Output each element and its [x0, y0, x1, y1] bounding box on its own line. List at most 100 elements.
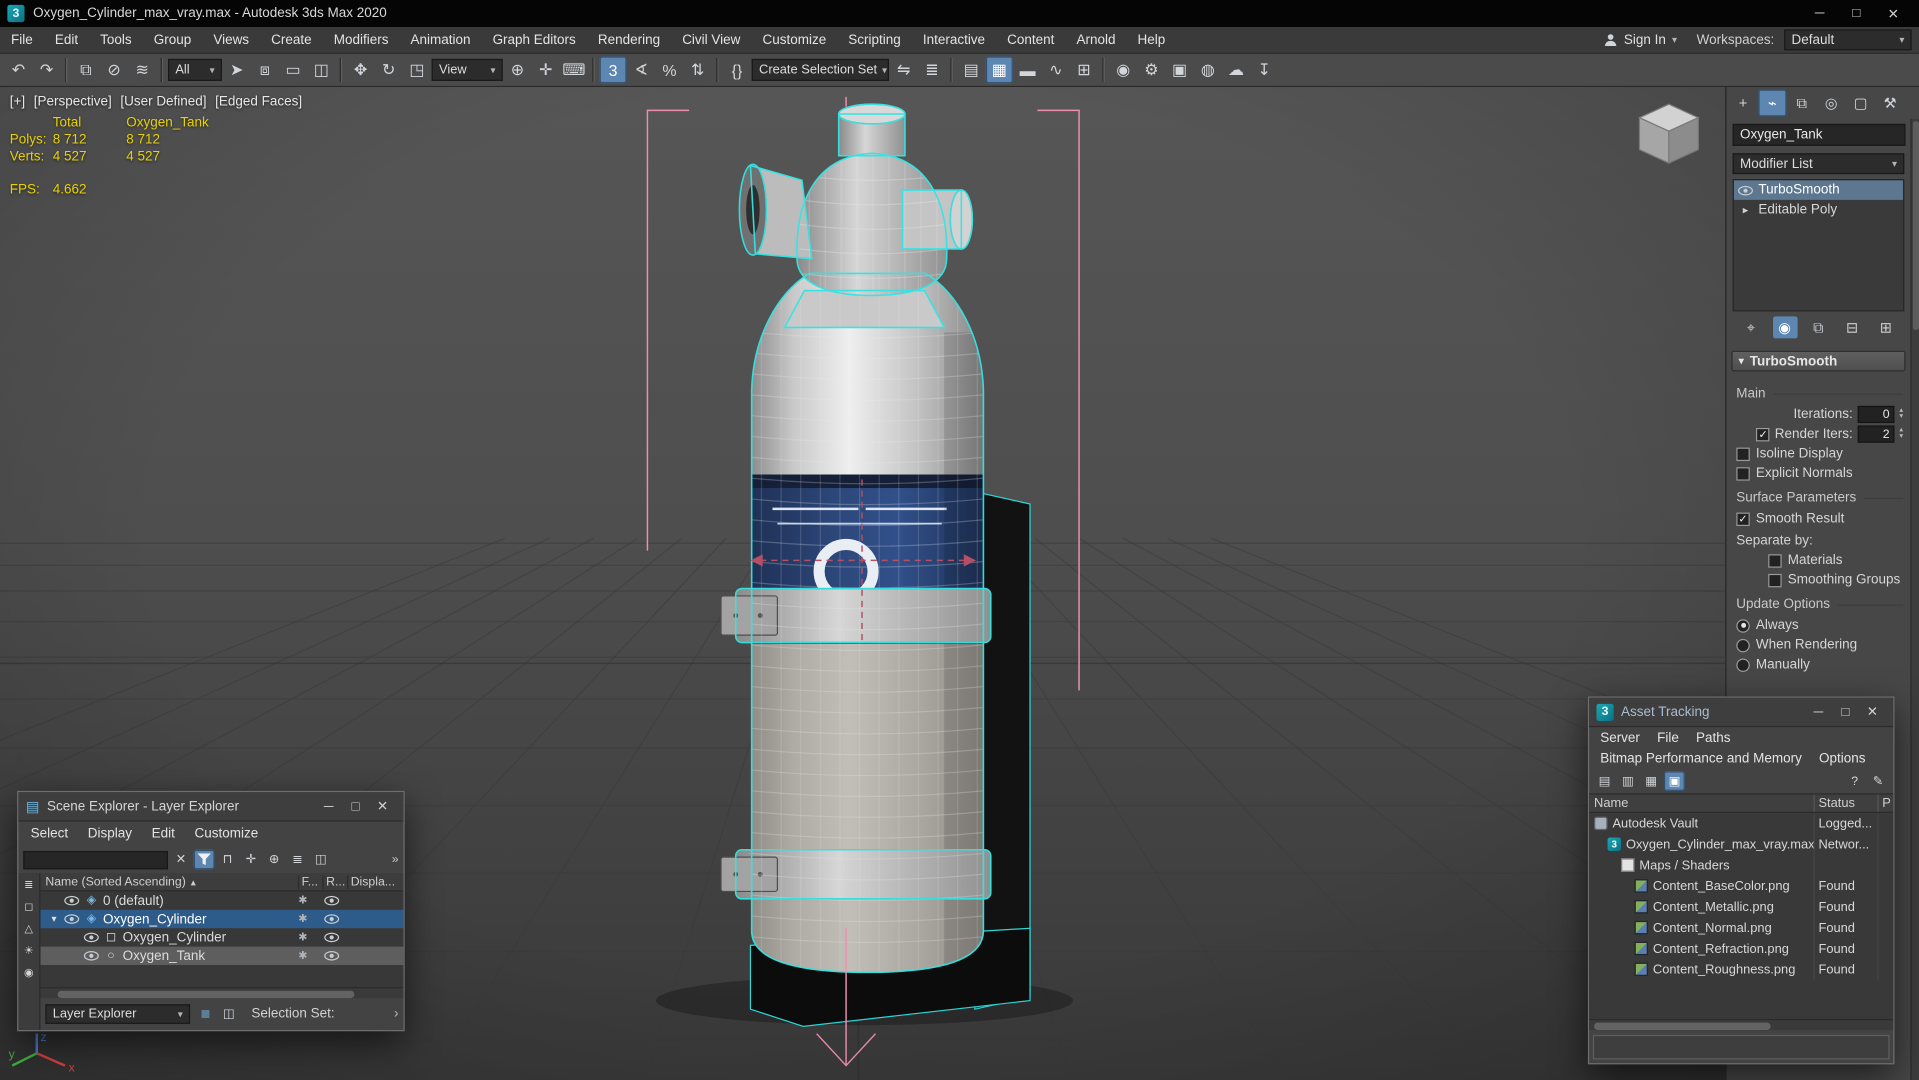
- new-layer-icon[interactable]: ⊕: [264, 850, 285, 870]
- render-toggle-icon[interactable]: [319, 895, 344, 906]
- asset-list-view-icon[interactable]: ▥: [1617, 771, 1638, 791]
- scene-row-oxygen-cylinder[interactable]: ▾ ◈ Oxygen_Cylinder ✱: [40, 909, 404, 929]
- configure-modifier-sets-icon[interactable]: ⊞: [1874, 316, 1899, 338]
- viewport-menu-user-defined[interactable]: [User Defined]: [120, 94, 206, 109]
- select-and-rotate-icon[interactable]: ↻: [375, 56, 402, 83]
- viewport-menu-edged-faces[interactable]: [Edged Faces]: [215, 94, 302, 109]
- manually-radio[interactable]: [1736, 657, 1750, 672]
- isoline-display-checkbox[interactable]: [1736, 446, 1750, 461]
- maximize-button[interactable]: □: [342, 796, 369, 816]
- display-materials-icon[interactable]: ◉: [20, 964, 38, 982]
- asset-thumbnail-view-icon[interactable]: ▦: [1641, 771, 1662, 791]
- menu-rendering[interactable]: Rendering: [587, 32, 671, 47]
- select-object-icon[interactable]: ➤: [223, 56, 250, 83]
- close-button[interactable]: ✕: [1859, 702, 1886, 722]
- close-button[interactable]: ✕: [369, 796, 396, 816]
- render-iters-spinner[interactable]: ▴ ▾: [1899, 427, 1903, 440]
- material-editor-icon[interactable]: ◉: [1110, 56, 1137, 83]
- schematic-view-icon[interactable]: ⊞: [1070, 56, 1097, 83]
- show-end-result-icon[interactable]: ◉: [1772, 316, 1797, 339]
- menu-interactive[interactable]: Interactive: [912, 32, 996, 47]
- menu-file[interactable]: File: [0, 32, 44, 47]
- minimize-button[interactable]: ─: [315, 796, 342, 816]
- menu-graph-editors[interactable]: Graph Editors: [482, 32, 587, 47]
- panel-scrollbar[interactable]: [1910, 118, 1919, 1080]
- turbosmooth-rollout-header[interactable]: ▾ TurboSmooth: [1731, 350, 1906, 372]
- scene-explorer-titlebar[interactable]: ▤ Scene Explorer - Layer Explorer ─ □ ✕: [18, 792, 404, 822]
- horizontal-scrollbar[interactable]: [40, 987, 404, 999]
- grid-view-icon[interactable]: ◫: [218, 1004, 239, 1024]
- display-lights-icon[interactable]: ☀: [20, 942, 38, 960]
- menu-animation[interactable]: Animation: [399, 32, 481, 47]
- explicit-normals-checkbox[interactable]: [1736, 466, 1750, 481]
- panel-scrollbar-thumb[interactable]: [1912, 121, 1919, 330]
- viewport-menu-perspective[interactable]: [Perspective]: [34, 94, 112, 109]
- mirror-icon[interactable]: ⇋: [890, 56, 917, 83]
- menu-edit[interactable]: Edit: [44, 32, 89, 47]
- maximize-button[interactable]: □: [1838, 0, 1875, 27]
- bind-to-space-warp-icon[interactable]: ≋: [129, 56, 156, 83]
- asset-row-content-normal-png[interactable]: Content_Normal.png Found: [1589, 917, 1893, 939]
- display-shapes-icon[interactable]: △: [20, 920, 38, 938]
- asset-details-view-icon[interactable]: ▣: [1663, 771, 1685, 791]
- workspaces-dropdown[interactable]: Default ▾: [1784, 29, 1912, 51]
- minimize-button[interactable]: ─: [1801, 0, 1838, 27]
- footer-chevron[interactable]: ›: [394, 1007, 399, 1022]
- render-toggle-icon[interactable]: [319, 950, 344, 961]
- always-radio[interactable]: [1736, 618, 1750, 633]
- maximize-button[interactable]: □: [1832, 702, 1859, 722]
- select-and-link-icon[interactable]: ⧉: [72, 56, 99, 83]
- column-header-frozen[interactable]: F...: [297, 874, 323, 889]
- render-iters-value[interactable]: 2: [1857, 425, 1895, 443]
- menu-modifiers[interactable]: Modifiers: [323, 32, 400, 47]
- snaps-toggle-3d-icon[interactable]: 3: [599, 56, 627, 84]
- keyboard-shortcut-override-icon[interactable]: ⌨: [560, 56, 587, 83]
- menu-tools[interactable]: Tools: [89, 32, 143, 47]
- modify-tab-icon[interactable]: ⌁: [1758, 89, 1787, 117]
- modifier-stack-item-turbosmooth[interactable]: TurboSmooth: [1733, 180, 1904, 200]
- menu-server[interactable]: Server: [1592, 730, 1649, 745]
- visibility-eye-icon[interactable]: [64, 914, 80, 925]
- search-input[interactable]: [23, 850, 168, 869]
- visibility-eye-icon[interactable]: [1738, 185, 1754, 196]
- select-by-name-icon[interactable]: ⧈: [251, 56, 278, 83]
- expand-arrow-icon[interactable]: ▸: [1738, 203, 1754, 216]
- asset-row-content-basecolor-png[interactable]: Content_BaseColor.png Found: [1589, 875, 1893, 897]
- title-bar[interactable]: 3 Oxygen_Cylinder_max_vray.max - Autodes…: [0, 0, 1919, 27]
- column-header-name[interactable]: Name: [1589, 794, 1815, 812]
- visibility-eye-icon[interactable]: [83, 950, 99, 961]
- viewport-menu-[interactable]: [+]: [10, 94, 25, 109]
- iterations-value[interactable]: 0: [1857, 405, 1895, 424]
- menu-customize[interactable]: Customize: [751, 32, 837, 47]
- hierarchy-tab-icon[interactable]: ⧉: [1788, 90, 1816, 117]
- menu-customize[interactable]: Customize: [185, 826, 268, 841]
- autodesk-app-store-icon[interactable]: ↧: [1251, 56, 1278, 83]
- menu-paths[interactable]: Paths: [1687, 730, 1739, 745]
- modifier-list-dropdown[interactable]: Modifier List ▾: [1732, 153, 1905, 175]
- window-crossing-icon[interactable]: ◫: [308, 56, 335, 83]
- asset-table-view-icon[interactable]: ▤: [1594, 771, 1615, 791]
- rendered-frame-window-icon[interactable]: ▣: [1166, 56, 1193, 83]
- select-and-move-icon[interactable]: ✥: [347, 56, 374, 83]
- close-button[interactable]: ✕: [1875, 0, 1912, 27]
- toggle-scene-explorer-icon[interactable]: ▤: [958, 56, 985, 83]
- utilities-tab-icon[interactable]: ⚒: [1876, 90, 1904, 117]
- curve-editor-icon[interactable]: ∿: [1042, 56, 1069, 83]
- toggle-layer-explorer-icon[interactable]: ▦: [985, 56, 1013, 84]
- percent-snap-icon[interactable]: %: [656, 56, 683, 83]
- layer-list-icon[interactable]: ≣: [195, 1004, 216, 1024]
- scene-row-oxygen-tank[interactable]: ○ Oxygen_Tank ✱: [40, 946, 404, 966]
- toggle-ribbon-icon[interactable]: ▬: [1014, 56, 1041, 83]
- frozen-toggle-icon[interactable]: ✱: [291, 894, 316, 907]
- angle-snap-icon[interactable]: ∢: [628, 56, 655, 83]
- menu-content[interactable]: Content: [996, 32, 1065, 47]
- object-name-field[interactable]: [1732, 123, 1906, 146]
- menu-arnold[interactable]: Arnold: [1065, 32, 1126, 47]
- iterations-spinner[interactable]: ▴ ▾: [1899, 407, 1903, 420]
- modifier-stack-item-editable-poly[interactable]: ▸ Editable Poly: [1734, 200, 1903, 220]
- asset-row-content-metallic-png[interactable]: Content_Metallic.png Found: [1589, 896, 1893, 918]
- asset-row-content-roughness-png[interactable]: Content_Roughness.png Found: [1589, 958, 1893, 980]
- render-toggle-icon[interactable]: [319, 932, 344, 943]
- visibility-eye-icon[interactable]: [64, 895, 80, 906]
- frozen-toggle-icon[interactable]: ✱: [291, 931, 316, 944]
